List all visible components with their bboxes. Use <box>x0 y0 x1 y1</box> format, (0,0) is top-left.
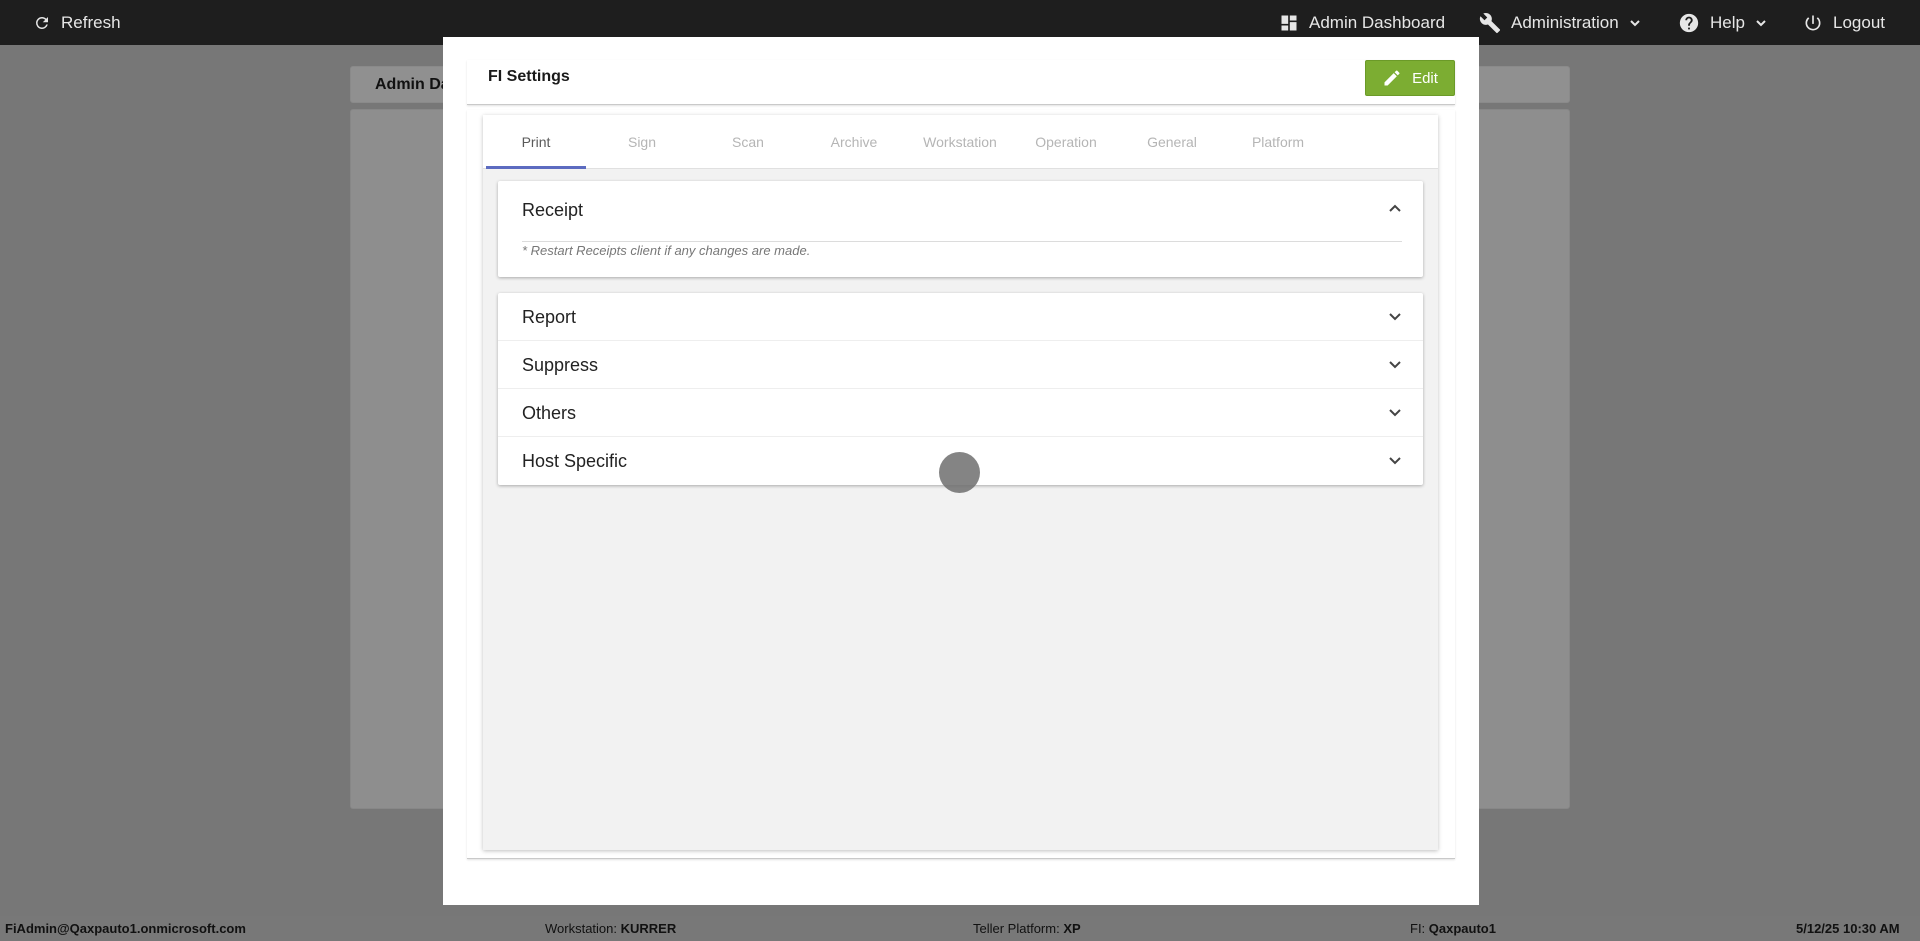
tab-platform-label: Platform <box>1251 134 1305 150</box>
receipt-label: Receipt <box>522 200 584 220</box>
receipt-panel: Receipt * Restart Receipts client if any… <box>498 181 1423 277</box>
chevron-down-icon <box>1389 361 1401 369</box>
pointer-indicator <box>939 452 980 493</box>
status-fi-value: Qaxpauto1 <box>1428 921 1496 936</box>
chevron-down-icon <box>1630 19 1640 26</box>
tab-workstation[interactable]: Workstation <box>910 115 1010 169</box>
tab-general[interactable]: General <box>1122 115 1222 169</box>
section-suppress[interactable]: Suppress <box>498 341 1423 389</box>
receipt-restart-note: * Restart Receipts client if any changes… <box>522 243 811 258</box>
tab-operation[interactable]: Operation <box>1016 115 1116 169</box>
modal-header: FI Settings <box>467 60 1455 105</box>
tab-scan[interactable]: Scan <box>698 115 798 169</box>
section-others[interactable]: Others <box>498 389 1423 437</box>
status-platform-label: Teller Platform: <box>973 921 1064 936</box>
status-datetime: 5/12/25 10:30 AM <box>1796 921 1900 936</box>
section-report-label: Report <box>522 307 577 327</box>
chevron-up-icon <box>1389 204 1401 212</box>
tab-workstation-label: Workstation <box>923 134 997 150</box>
edit-label: Edit <box>1412 69 1438 87</box>
chevron-down-icon <box>1756 19 1766 26</box>
dashboard-icon <box>1281 15 1297 30</box>
tab-sign-label: Sign <box>627 134 657 150</box>
active-tab-indicator <box>486 166 586 169</box>
status-workstation-value: KURRER <box>620 921 677 936</box>
tab-sign[interactable]: Sign <box>592 115 692 169</box>
chevron-down-icon <box>1389 313 1401 321</box>
pencil-icon <box>1384 70 1400 86</box>
settings-tabs: Print Sign Scan Archive Workstation Oper… <box>483 115 1438 169</box>
administration-label: Administration <box>1511 12 1619 32</box>
tab-print[interactable]: Print <box>486 115 586 169</box>
tab-scan-label: Scan <box>732 134 764 150</box>
section-host-specific-label: Host Specific <box>522 451 628 471</box>
status-workstation: Workstation: KURRER <box>545 921 676 936</box>
status-fi-label: FI: <box>1410 921 1429 936</box>
tab-platform[interactable]: Platform <box>1228 115 1328 169</box>
section-report[interactable]: Report <box>498 293 1423 341</box>
receipt-panel-header[interactable]: Receipt <box>498 181 1423 229</box>
help-icon <box>1679 13 1699 32</box>
tab-archive-label: Archive <box>830 134 878 150</box>
status-bar: FiAdmin@Qaxpauto1.onmicrosoft.com Workst… <box>0 916 1920 941</box>
status-fi: FI: Qaxpauto1 <box>1410 921 1496 936</box>
refresh-icon <box>36 16 48 29</box>
chevron-down-icon <box>1389 409 1401 417</box>
status-workstation-label: Workstation: <box>545 921 621 936</box>
chevron-down-icon <box>1389 457 1401 465</box>
background-page-title: Admin Dashboard <box>375 76 445 93</box>
modal-title: FI Settings <box>488 68 570 85</box>
status-user: FiAdmin@Qaxpauto1.onmicrosoft.com <box>5 921 246 936</box>
help-menu[interactable]: Help <box>1678 0 1767 45</box>
logout-label: Logout <box>1833 12 1885 32</box>
admin-dashboard-label: Admin Dashboard <box>1309 12 1446 32</box>
section-suppress-label: Suppress <box>522 355 599 375</box>
status-platform-value: XP <box>1063 921 1081 936</box>
edit-button[interactable]: Edit <box>1365 60 1455 96</box>
refresh-label: Refresh <box>61 12 121 32</box>
section-others-label: Others <box>522 403 577 423</box>
logout-button[interactable]: Logout <box>1803 0 1885 45</box>
wrench-icon <box>1479 12 1501 33</box>
tab-operation-label: Operation <box>1035 134 1097 150</box>
tab-archive[interactable]: Archive <box>804 115 904 169</box>
status-platform: Teller Platform: XP <box>973 921 1081 936</box>
refresh-button[interactable]: Refresh <box>33 0 121 45</box>
power-icon <box>1805 15 1821 30</box>
tab-print-label: Print <box>521 134 551 150</box>
receipt-divider <box>522 241 1402 242</box>
help-label: Help <box>1710 12 1745 32</box>
administration-menu[interactable]: Administration <box>1479 0 1641 45</box>
tab-general-label: General <box>1147 134 1197 150</box>
